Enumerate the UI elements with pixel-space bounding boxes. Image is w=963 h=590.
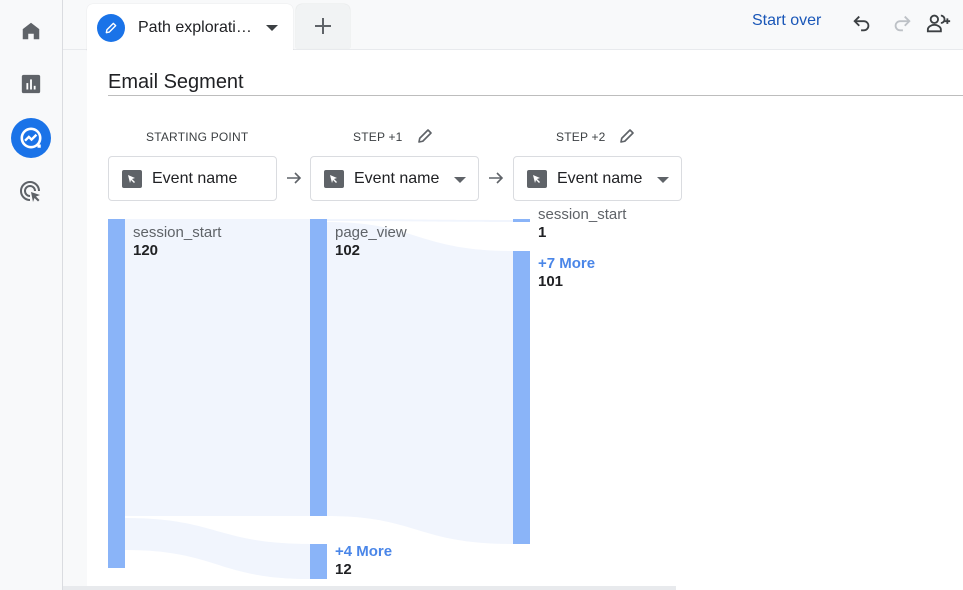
- plus-icon: [315, 18, 331, 34]
- step-2-more-link[interactable]: +7 More: [538, 255, 595, 272]
- node-bar-step2-more[interactable]: [513, 251, 530, 544]
- chevron-down-icon[interactable]: [265, 24, 278, 31]
- node-value-step-1-more: 12: [335, 561, 352, 578]
- node-bar-step1-more[interactable]: [310, 544, 327, 579]
- tab-label: Path explorati…: [138, 18, 252, 36]
- share-button[interactable]: [926, 10, 952, 36]
- pencil-icon: [97, 13, 125, 42]
- explore-icon: [20, 127, 42, 149]
- start-over-button[interactable]: Start over: [752, 12, 821, 30]
- undo-button[interactable]: [849, 10, 875, 36]
- bar-chart-icon: [21, 74, 41, 94]
- top-bar: Path explorati… Start over: [63, 0, 963, 51]
- person-add-icon: [926, 14, 951, 33]
- nav-reports[interactable]: [11, 64, 51, 104]
- tab-path-exploration[interactable]: Path explorati…: [87, 4, 293, 51]
- redo-icon: [894, 15, 911, 32]
- flow-page-view-to-session-start[interactable]: [327, 219, 513, 222]
- horizontal-scrollbar[interactable]: [63, 586, 676, 590]
- node-value-page-view: 102: [335, 242, 361, 259]
- node-value-step-2-session-start: 1: [538, 224, 547, 241]
- target-cursor-icon: [20, 181, 40, 202]
- node-bar-session-start[interactable]: [108, 219, 125, 568]
- exploration-canvas: Email Segment STARTING POINT STEP +1 STE…: [87, 50, 963, 590]
- nav-advertising[interactable]: [11, 172, 51, 212]
- node-value-step-2-more: 101: [538, 273, 564, 290]
- flow-page-view-to-more[interactable]: [327, 222, 513, 544]
- add-tab-button[interactable]: [296, 4, 350, 48]
- node-bar-page-view[interactable]: [310, 219, 327, 516]
- node-value-session-start: 120: [133, 242, 159, 259]
- nav-rail: [0, 0, 63, 590]
- redo-button[interactable]: [889, 10, 915, 36]
- step-1-more-link[interactable]: +4 More: [335, 543, 392, 560]
- home-icon: [22, 22, 40, 40]
- flow-session-start-to-page-view[interactable]: [125, 219, 310, 516]
- path-flow-diagram: [108, 219, 530, 579]
- nav-explore[interactable]: [11, 118, 51, 158]
- node-name-session-start: session_start: [133, 224, 222, 241]
- node-bar-step2-session-start[interactable]: [513, 219, 530, 222]
- flow-session-start-to-more[interactable]: [125, 518, 310, 579]
- nav-home[interactable]: [11, 11, 51, 51]
- node-name-page-view: page_view: [335, 224, 407, 241]
- node-name-step-2-session-start: session_start: [538, 206, 627, 223]
- undo-icon: [853, 15, 870, 32]
